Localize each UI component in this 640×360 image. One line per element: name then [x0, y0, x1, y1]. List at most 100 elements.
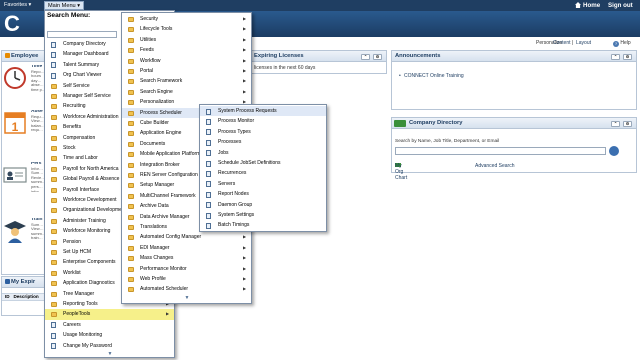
- clock-icon: [4, 67, 26, 89]
- advanced-search-link[interactable]: Advanced Search: [475, 163, 514, 169]
- menu-item-label: Payroll for North America: [63, 165, 119, 172]
- scroll-down-icon[interactable]: ▼: [108, 351, 113, 357]
- svg-text:1: 1: [12, 120, 19, 134]
- home-link[interactable]: Home: [575, 1, 600, 10]
- directory-search-label: Search by Name, Job Title, Department, o…: [395, 139, 500, 144]
- menu-item-usage-monitoring[interactable]: Usage Monitoring: [45, 330, 174, 340]
- chevron-right-icon: ▶: [243, 26, 247, 32]
- sign-out-link[interactable]: Sign out: [608, 1, 633, 10]
- help-link[interactable]: ? Help: [613, 40, 631, 47]
- directory-search-input[interactable]: [395, 147, 606, 155]
- menu-search-input[interactable]: [47, 31, 117, 38]
- announcement-link[interactable]: CONNECT Online Training: [399, 73, 464, 79]
- peopletools-item-search-framework[interactable]: Search Framework ▶: [122, 76, 251, 86]
- scheduler-item-system-process-requests[interactable]: System Process Requests: [200, 106, 326, 117]
- scroll-down-icon[interactable]: ▼: [185, 295, 190, 301]
- document-icon: [206, 129, 211, 136]
- scheduler-item-schedule-jobset-definitions[interactable]: Schedule JobSet Definitions: [200, 158, 326, 168]
- folder-icon: [128, 287, 134, 293]
- peopletools-item-label: Security: [140, 16, 159, 22]
- menu-item-label: Administer Training: [63, 217, 106, 224]
- peopletools-item-label: Web Profile: [140, 276, 166, 282]
- menu-item-careers[interactable]: Careers: [45, 320, 174, 330]
- pagelet-controls[interactable]: ⌃ ⚙: [358, 51, 382, 62]
- menu-item-label: Manager Self Service: [63, 93, 111, 99]
- folder-icon: [51, 198, 57, 203]
- peopletools-item-utilities[interactable]: Utilities ▶: [122, 35, 251, 45]
- menu-item-peopletools[interactable]: PeopleTools ▶: [45, 309, 174, 320]
- scheduler-item-processes[interactable]: Processes: [200, 137, 326, 147]
- folder-icon: [51, 239, 57, 245]
- peopletools-item-feeds[interactable]: Feeds ▶: [122, 45, 251, 55]
- menu-item-label: Reporting Tools: [63, 301, 98, 307]
- gear-icon[interactable]: ⚙: [623, 54, 632, 60]
- folder-icon: [51, 146, 57, 151]
- personalize-content-link[interactable]: Content: [553, 40, 571, 46]
- training-tile[interactable]: Train Sum… View… summ… train…: [2, 218, 46, 256]
- document-icon: [206, 150, 211, 157]
- graduate-icon: [4, 221, 26, 243]
- folder-icon: [128, 121, 134, 126]
- peopletools-item-portal[interactable]: Portal ▶: [122, 66, 251, 76]
- collapse-icon[interactable]: ⌃: [611, 121, 620, 127]
- peopletools-item-label: Documents: [140, 140, 166, 147]
- scheduler-item-jobs[interactable]: Jobs: [200, 148, 326, 158]
- scheduler-item-label: Jobs: [218, 149, 229, 156]
- personalize-layout-link[interactable]: Layout: [576, 40, 591, 46]
- document-icon: [206, 108, 211, 115]
- peopletools-item-edi-manager[interactable]: EDI Manager ▶: [122, 243, 251, 253]
- scheduler-item-batch-timings[interactable]: Batch Timings: [200, 220, 326, 230]
- peopletools-item-web-profile[interactable]: Web Profile ▶: [122, 274, 251, 284]
- peopletools-item-automated-scheduler[interactable]: Automated Scheduler ▶: [122, 284, 251, 294]
- document-icon: [206, 170, 211, 177]
- personal-info-tile[interactable]: Pers Infor… Sum… Revie… summ… pers… infor…: [2, 162, 46, 200]
- scheduler-item-recurrences[interactable]: Recurrences: [200, 168, 326, 178]
- document-icon: [51, 332, 56, 339]
- peopletools-item-label: Feeds: [140, 47, 154, 54]
- menu-item-label: Benefits: [63, 124, 82, 131]
- scheduler-item-report-nodes[interactable]: Report Nodes: [200, 189, 326, 199]
- peopletools-item-automated-config-manager[interactable]: Automated Config Manager ▶: [122, 232, 251, 242]
- main-menu[interactable]: Main Menu ▾: [44, 1, 85, 10]
- peopletools-item-workflow[interactable]: Workflow ▶: [122, 56, 251, 66]
- menu-item-change-my-password[interactable]: Change My Password: [45, 341, 174, 351]
- announcements-header: Announcements ⌃ ⚙: [392, 51, 636, 62]
- scheduler-item-process-monitor[interactable]: Process Monitor: [200, 116, 326, 126]
- announcements-controls[interactable]: ⌃ ⚙: [608, 51, 632, 62]
- menu-item-label: Careers: [63, 321, 81, 328]
- org-chart-label: My Org Chart: [395, 163, 408, 181]
- gear-icon[interactable]: ⚙: [373, 54, 382, 60]
- peopletools-item-search-engine[interactable]: Search Engine ▶: [122, 87, 251, 97]
- peopletools-item-security[interactable]: Security ▶: [122, 14, 251, 24]
- company-directory-title: Company Directory: [409, 120, 463, 126]
- scheduler-item-system-settings[interactable]: System Settings: [200, 210, 326, 220]
- folder-icon: [51, 208, 57, 214]
- directory-controls[interactable]: ⌃ ⚙: [608, 118, 632, 128]
- peopletools-item-label: Data Archive Manager: [140, 213, 190, 220]
- peopletools-item-lifecycle-tools[interactable]: Lifecycle Tools ▶: [122, 24, 251, 34]
- scheduler-item-daemon-group[interactable]: Daemon Group: [200, 200, 326, 210]
- scheduler-item-label: Process Types: [218, 128, 251, 135]
- menu-item-label: Tree Manager: [63, 290, 95, 297]
- peopletools-item-performance-monitor[interactable]: Performance Monitor ▶: [122, 264, 251, 274]
- folder-icon: [128, 214, 134, 220]
- scheduler-item-servers[interactable]: Servers: [200, 179, 326, 189]
- time-tile[interactable]: Time Repo… hours day… abse… time p…: [2, 65, 46, 103]
- favorites-menu[interactable]: Favorites ▾: [1, 1, 34, 10]
- expiring-licenses-text: licenses in the next 60 days: [254, 65, 316, 71]
- home-icon: [575, 2, 581, 8]
- collapse-icon[interactable]: ⌃: [611, 54, 620, 60]
- absence-tile[interactable]: 1 Abse Requ… View… balan… requ…: [2, 110, 45, 148]
- employee-pagelet-header: Employee: [2, 51, 45, 62]
- directory-search-button[interactable]: [609, 146, 619, 156]
- chevron-right-icon: ▶: [243, 244, 247, 250]
- folder-icon: [128, 100, 134, 106]
- folder-icon: [128, 89, 134, 95]
- menu-item-label: Workforce Development: [63, 197, 117, 203]
- scheduler-item-process-types[interactable]: Process Types: [200, 127, 326, 137]
- menu-item-label: Recruiting: [63, 103, 86, 110]
- peopletools-item-mass-changes[interactable]: Mass Changes ▶: [122, 253, 251, 263]
- employee-icon: [5, 53, 10, 58]
- gear-icon[interactable]: ⚙: [623, 121, 632, 127]
- collapse-icon[interactable]: ⌃: [361, 54, 370, 60]
